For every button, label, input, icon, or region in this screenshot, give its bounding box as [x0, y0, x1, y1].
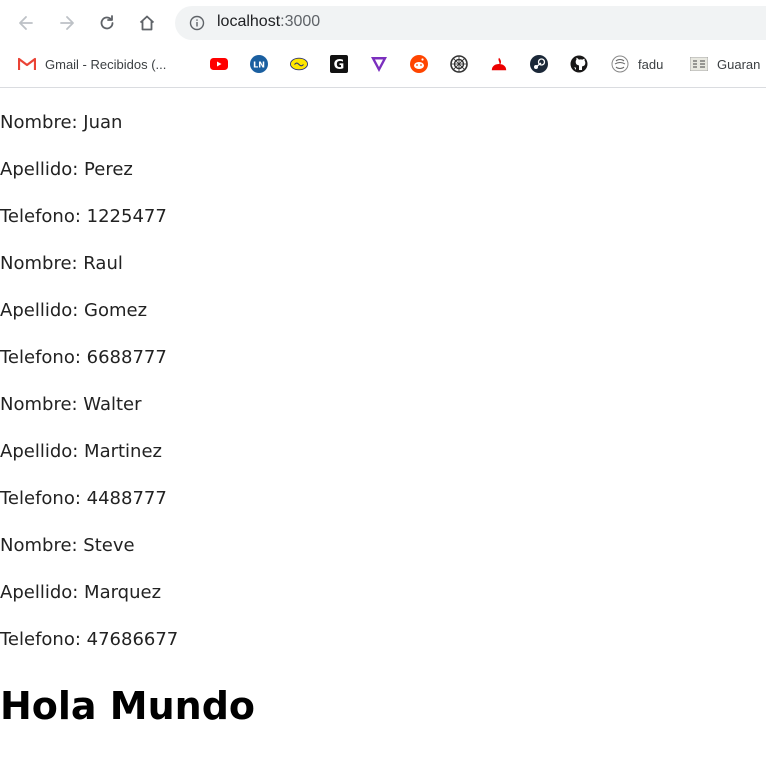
fadu-icon: [611, 55, 629, 73]
telefono-line: Telefono: 6688777: [0, 347, 167, 368]
bookmark-v[interactable]: [370, 54, 388, 74]
ln-icon: LN: [250, 55, 268, 73]
page-heading: Hola Mundo: [0, 684, 256, 728]
nombre-line: Nombre: Steve: [0, 535, 135, 556]
url-host: localhost: [217, 13, 281, 30]
gmail-icon: [18, 55, 36, 73]
bookmark-reddit[interactable]: [410, 54, 428, 74]
bookmark-ml[interactable]: [290, 54, 308, 74]
telefono-line: Telefono: 4488777: [0, 488, 167, 509]
v-icon: [370, 55, 388, 73]
home-icon: [139, 15, 155, 31]
apellido-line: Apellido: Marquez: [0, 582, 162, 603]
apellido-line: Apellido: Perez: [0, 159, 133, 180]
back-button[interactable]: [13, 10, 39, 36]
bookmark-fadu[interactable]: fadu: [611, 54, 663, 74]
forward-arrow-icon: [60, 16, 74, 30]
bookmark-github[interactable]: [570, 54, 588, 74]
github-icon: [570, 55, 588, 73]
url-text[interactable]: localhost:3000: [217, 13, 320, 31]
steam-icon: [530, 55, 548, 73]
bookmark-guarani[interactable]: Guaran: [690, 54, 760, 74]
bookmark-g[interactable]: G: [330, 54, 348, 74]
svg-text:G: G: [334, 58, 345, 73]
bookmarks-bar: Gmail - Recibidos (... LN G fadu Guaran: [0, 48, 766, 80]
reload-button[interactable]: [94, 10, 120, 36]
info-icon[interactable]: [189, 15, 205, 31]
bookmark-label: Guaran: [717, 56, 761, 72]
bookmark-youtube[interactable]: [210, 54, 228, 74]
reddit-icon: [410, 55, 428, 73]
nombre-line: Nombre: Walter: [0, 394, 142, 415]
browser-chrome: localhost:3000 Gmail - Recibidos (... LN: [0, 0, 766, 88]
home-button[interactable]: [134, 10, 160, 36]
svg-text:LN: LN: [253, 60, 265, 69]
guarani-icon: [690, 55, 708, 73]
back-arrow-icon: [19, 16, 33, 30]
youtube-icon: [210, 55, 228, 73]
bookmark-ln[interactable]: LN: [250, 54, 268, 74]
bookmark-santander[interactable]: [490, 54, 508, 74]
wheel-icon: [450, 55, 468, 73]
nombre-line: Nombre: Raul: [0, 253, 123, 274]
apellido-line: Apellido: Martinez: [0, 441, 162, 462]
bookmark-gmail[interactable]: Gmail - Recibidos (...: [18, 54, 166, 74]
reload-icon: [100, 15, 114, 30]
apellido-line: Apellido: Gomez: [0, 300, 148, 321]
santander-icon: [490, 55, 508, 73]
ml-icon: [290, 55, 308, 73]
browser-toolbar: localhost:3000: [0, 0, 766, 47]
g-icon: G: [330, 55, 348, 73]
bookmark-steam[interactable]: [530, 54, 548, 74]
address-bar[interactable]: localhost:3000: [175, 6, 766, 40]
url-port: :3000: [280, 13, 321, 30]
bookmark-wheel[interactable]: [450, 54, 468, 74]
telefono-line: Telefono: 47686677: [0, 629, 179, 650]
telefono-line: Telefono: 1225477: [0, 206, 167, 227]
forward-button[interactable]: [54, 10, 80, 36]
bookmark-label: fadu: [638, 56, 664, 72]
nombre-line: Nombre: Juan: [0, 112, 123, 133]
bookmark-label: Gmail - Recibidos (...: [45, 56, 167, 72]
